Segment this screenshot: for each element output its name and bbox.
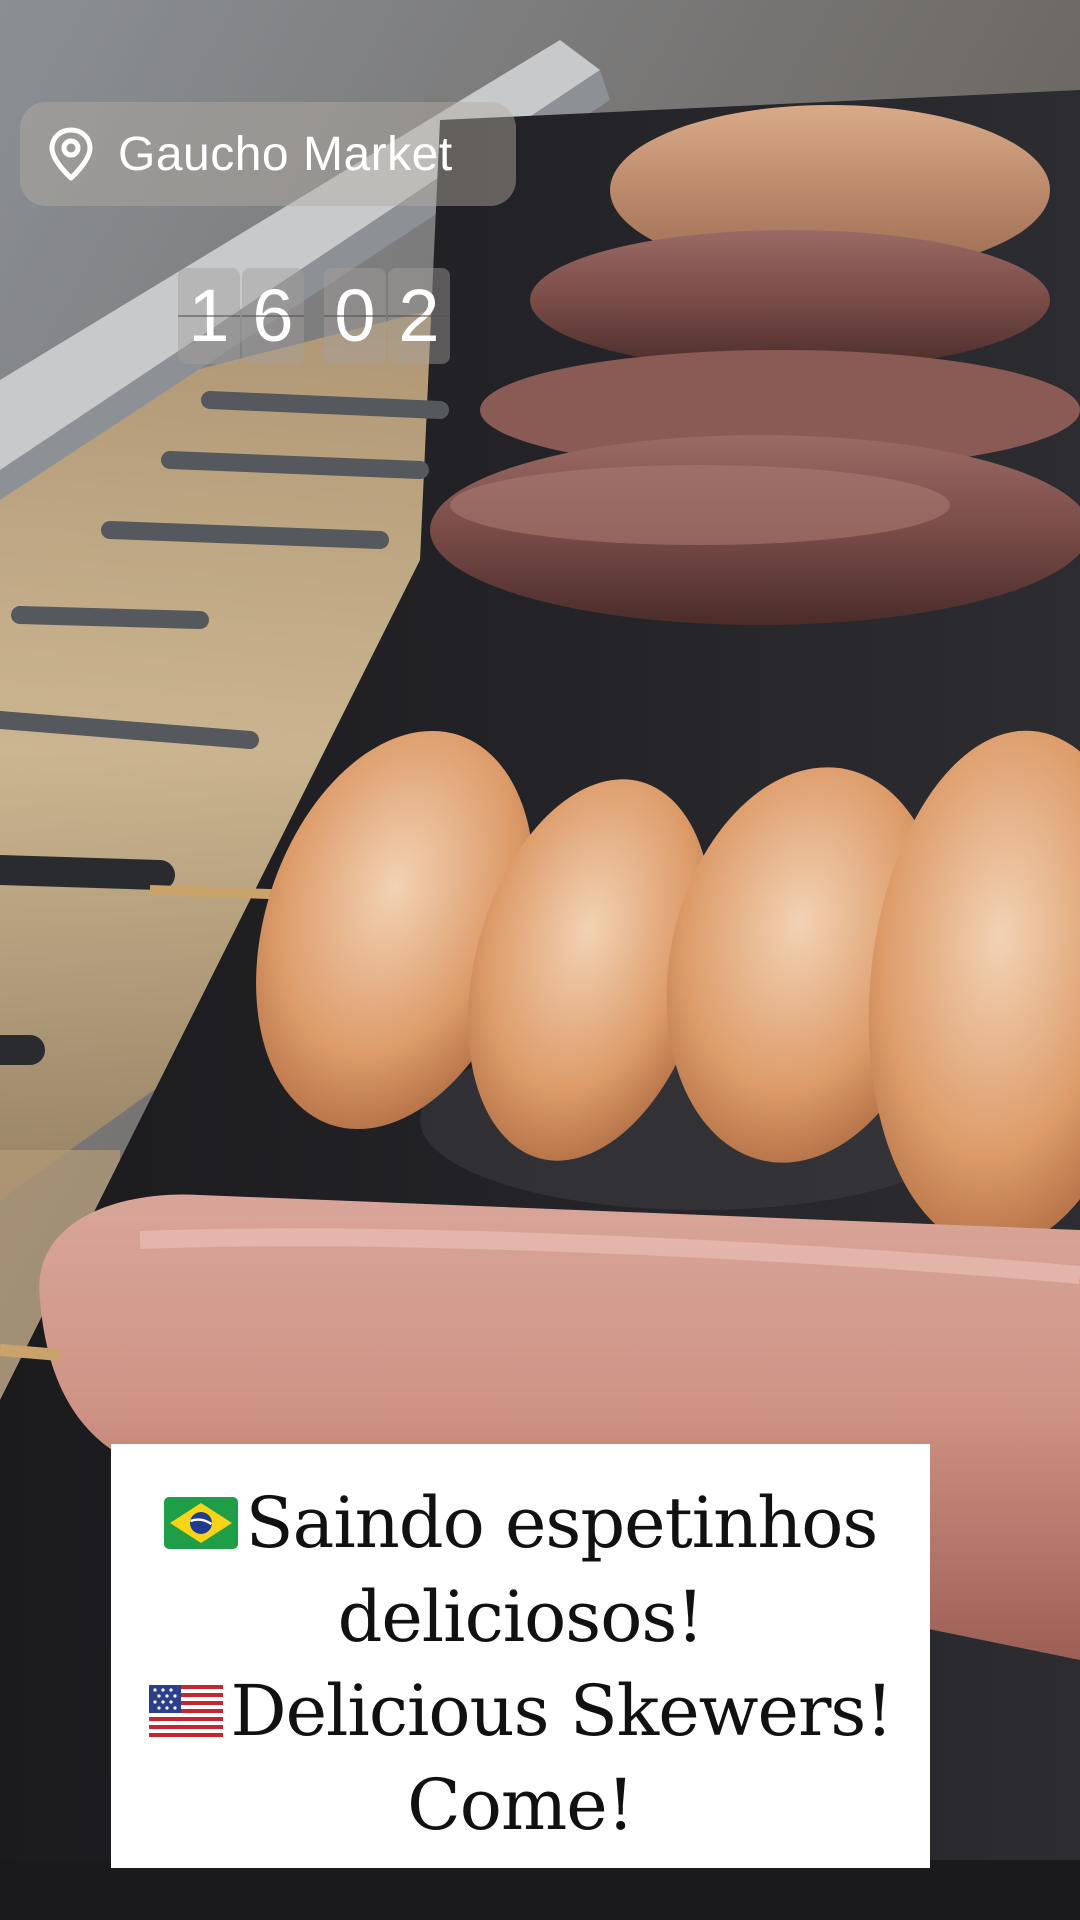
clock-hour-tens: 1 (178, 268, 240, 364)
caption-card[interactable]: Saindo espetinhos deliciosos! Delicious … (111, 1444, 930, 1868)
location-pin-icon (48, 127, 94, 181)
story-viewer: Gaucho Market 1 6 0 2 Saindo espetinhos … (0, 0, 1080, 1920)
caption-line-1: Saindo espetinhos (131, 1476, 910, 1570)
location-sticker[interactable]: Gaucho Market (20, 102, 516, 206)
caption-text-1: Saindo espetinhos (245, 1482, 879, 1564)
clock-minute-ones: 2 (388, 268, 450, 364)
brazil-flag-icon (163, 1497, 238, 1549)
location-label: Gaucho Market (118, 127, 453, 181)
clock-hour-ones: 6 (242, 268, 304, 364)
caption-line-2: deliciosos! (337, 1576, 705, 1658)
caption-line-4: Come! (407, 1764, 635, 1846)
caption-line-3: Delicious Skewers! (131, 1664, 910, 1758)
usa-flag-icon (148, 1685, 223, 1737)
clock-separator (306, 268, 322, 364)
caption-text-3: Delicious Skewers! (230, 1670, 894, 1752)
clock-minute-tens: 0 (324, 268, 386, 364)
time-sticker[interactable]: 1 6 0 2 (178, 268, 450, 364)
